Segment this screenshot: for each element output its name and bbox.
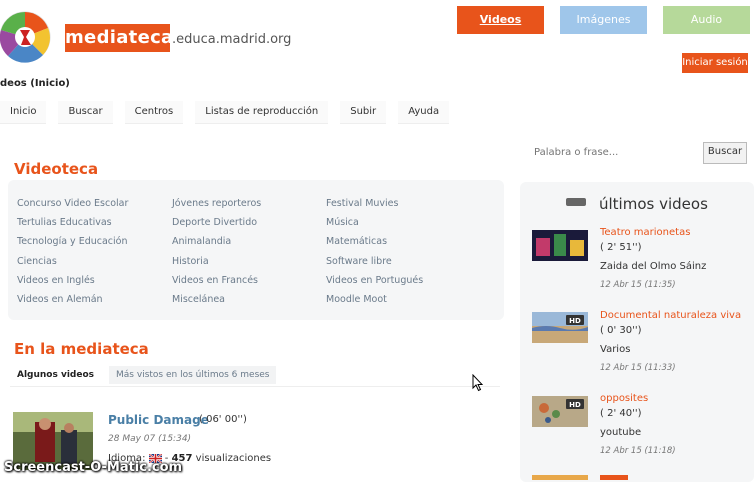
audio-button[interactable]: Audio xyxy=(663,6,750,34)
divider xyxy=(10,386,500,387)
category-link[interactable]: Concurso Video Escolar xyxy=(17,198,128,217)
latest-video-duration: ( 2' 51'') xyxy=(600,242,642,253)
brand-domain: .educa.madrid.org xyxy=(172,32,292,47)
login-button[interactable]: Iniciar sesión xyxy=(682,53,748,73)
category-link[interactable]: Deporte Divertido xyxy=(172,217,261,236)
mediateca-tabs: Algunos videos Más vistos en los últimos… xyxy=(10,366,284,384)
search-input[interactable] xyxy=(530,142,706,162)
video-thumbnail[interactable] xyxy=(532,230,588,261)
category-link[interactable]: Software libre xyxy=(326,256,423,275)
featured-video-date: 28 May 07 (15:34) xyxy=(108,434,192,444)
category-link[interactable]: Moodle Moot xyxy=(326,294,423,313)
views-label: visualizaciones xyxy=(195,453,272,464)
category-link[interactable]: Matemáticas xyxy=(326,236,423,255)
tab-mas-vistos[interactable]: Más vistos en los últimos 6 meses xyxy=(109,366,277,384)
featured-video-duration: ( 06' 00'') xyxy=(199,414,247,425)
category-link[interactable]: Miscelánea xyxy=(172,294,261,313)
video-thumbnail[interactable] xyxy=(532,475,588,480)
category-link[interactable]: Música xyxy=(326,217,423,236)
mediateca-brand[interactable]: mediateca xyxy=(65,24,173,52)
category-link[interactable]: Animalandia xyxy=(172,236,261,255)
category-link[interactable]: Jóvenes reporteros xyxy=(172,198,261,217)
imagenes-button[interactable]: Imágenes xyxy=(560,6,647,34)
mediateca-title: En la mediateca xyxy=(14,340,149,358)
category-link[interactable]: Videos en Portugués xyxy=(326,275,423,294)
nav-item-ayuda[interactable]: Ayuda xyxy=(398,101,450,124)
latest-video-title[interactable]: opposites xyxy=(600,393,648,404)
category-link[interactable]: Tertulias Educativas xyxy=(17,217,128,236)
category-link[interactable]: Festival Muvies xyxy=(326,198,423,217)
breadcrumb: deos (Inicio) xyxy=(0,78,70,89)
latest-video-title[interactable]: Teatro marionetas xyxy=(600,227,690,238)
svg-text:HD: HD xyxy=(569,401,581,409)
category-link[interactable]: Historia xyxy=(172,256,261,275)
latest-video-duration: ( 0' 30'') xyxy=(600,325,642,336)
category-column-3: Festival Muvies Música Matemáticas Softw… xyxy=(326,198,423,313)
search-button[interactable]: Buscar xyxy=(703,142,747,164)
latest-video-date: 12 Abr 15 (11:35) xyxy=(600,280,676,290)
latest-video-duration: ( 2' 40'') xyxy=(600,408,642,419)
latest-video-date: 12 Abr 15 (11:18) xyxy=(600,446,676,456)
latest-video-author: Zaida del Olmo Sáinz xyxy=(600,261,707,272)
mouse-cursor-icon xyxy=(472,374,484,392)
nav-item-inicio[interactable]: Inicio xyxy=(0,101,47,124)
category-column-2: Jóvenes reporteros Deporte Divertido Ani… xyxy=(172,198,261,313)
latest-video-title-partial[interactable] xyxy=(600,475,628,480)
category-column-1: Concurso Video Escolar Tertulias Educati… xyxy=(17,198,128,313)
videos-button[interactable]: Videos xyxy=(457,6,544,34)
video-thumbnail[interactable]: HD xyxy=(532,396,588,427)
nav-item-listas[interactable]: Listas de reproducción xyxy=(195,101,329,124)
video-icon xyxy=(566,198,586,206)
category-link[interactable]: Videos en Francés xyxy=(172,275,261,294)
latest-video-date: 12 Abr 15 (11:33) xyxy=(600,363,676,373)
main-nav: Inicio Buscar Centros Listas de reproduc… xyxy=(0,101,461,124)
nav-item-buscar[interactable]: Buscar xyxy=(58,101,113,124)
nav-item-subir[interactable]: Subir xyxy=(340,101,387,124)
category-link[interactable]: Videos en Inglés xyxy=(17,275,128,294)
screencast-watermark: Screencast-O-Matic.com xyxy=(4,460,183,475)
category-link[interactable]: Tecnología y Educación xyxy=(17,236,128,255)
svg-text:HD: HD xyxy=(569,317,581,325)
madrid-logo[interactable] xyxy=(0,10,52,64)
category-link[interactable]: Ciencias xyxy=(17,256,128,275)
latest-video-title[interactable]: Documental naturaleza viva xyxy=(600,310,741,321)
videoteca-title: Videoteca xyxy=(14,160,99,178)
latest-video-author: Varios xyxy=(600,344,631,355)
featured-video-title[interactable]: Public Damage xyxy=(108,413,209,427)
latest-video-author: youtube xyxy=(600,427,642,438)
category-link[interactable]: Videos en Alemán xyxy=(17,294,128,313)
latest-videos-title: últimos videos xyxy=(599,195,708,213)
video-thumbnail[interactable]: HD xyxy=(532,312,588,343)
tab-algunos-videos[interactable]: Algunos videos xyxy=(10,366,102,384)
nav-item-centros[interactable]: Centros xyxy=(124,101,184,124)
